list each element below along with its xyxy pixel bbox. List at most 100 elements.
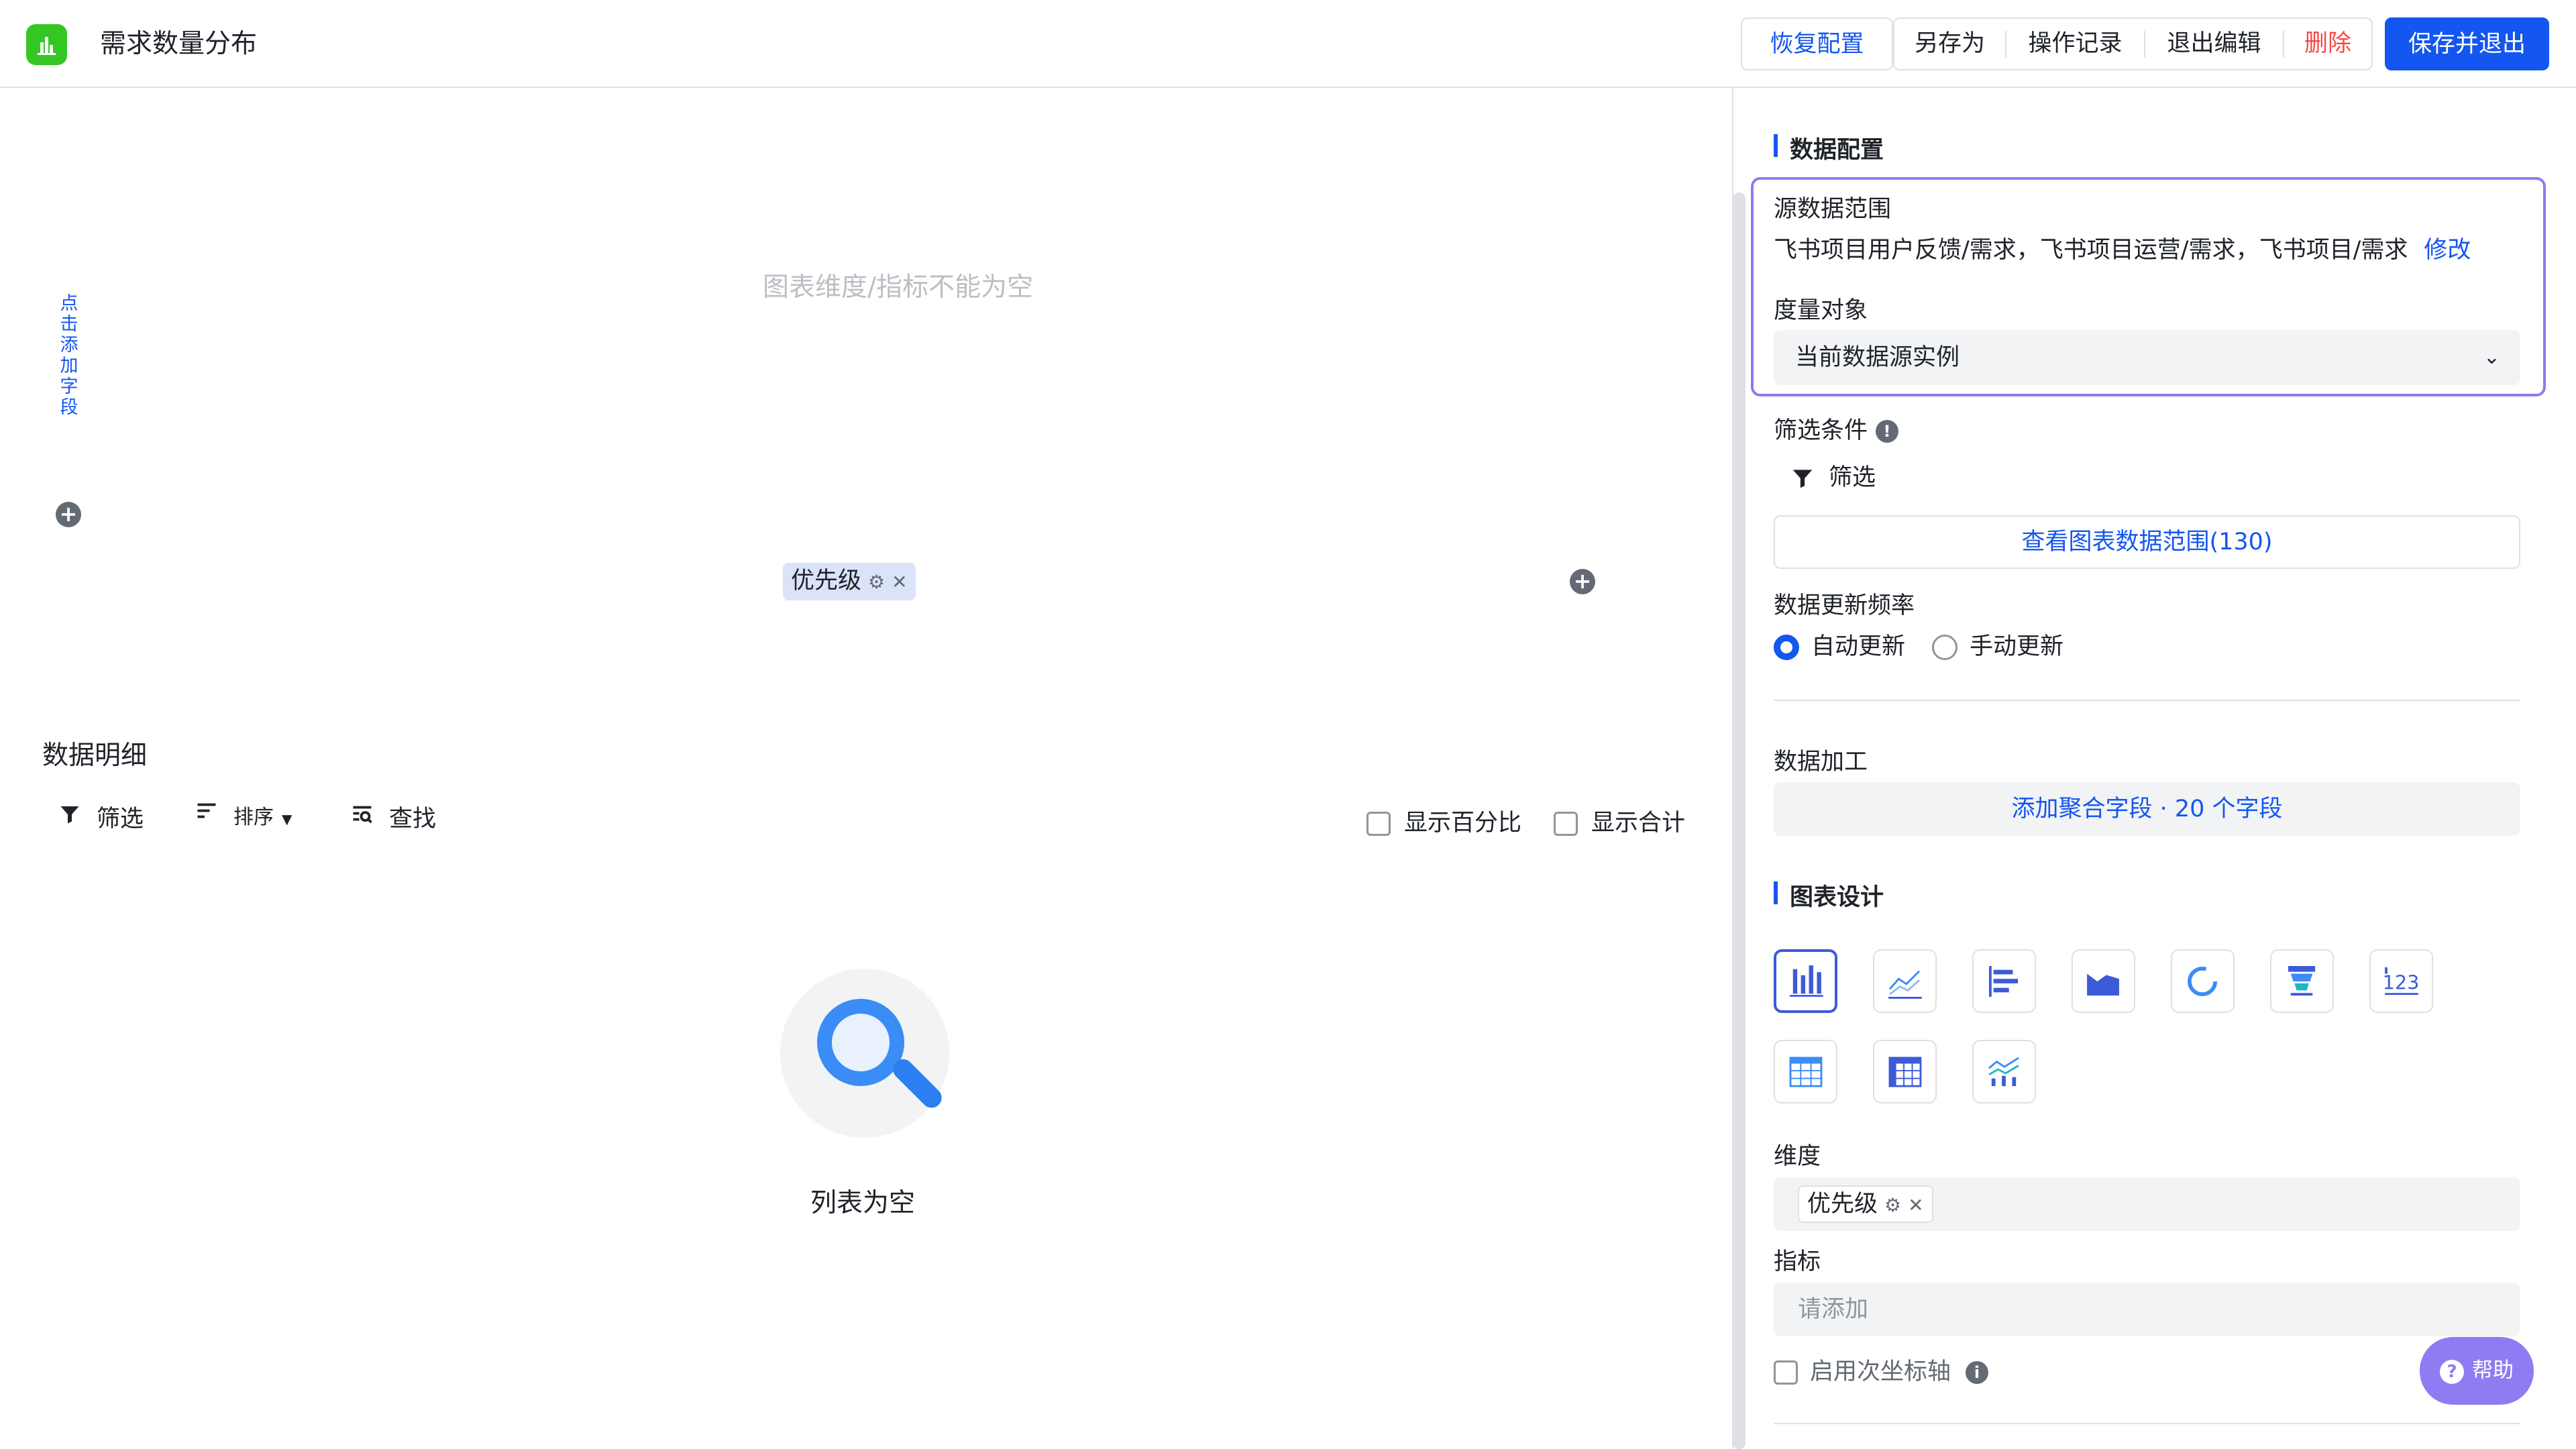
measure-label: 度量对象	[1774, 297, 1868, 324]
horizontal-bar-chart-type-icon	[1988, 965, 2019, 997]
chevron-down-icon: ⌄	[2483, 345, 2500, 369]
gear-icon[interactable]: ⚙	[868, 571, 885, 593]
help-button[interactable]: ? 帮助	[2420, 1337, 2534, 1405]
save-as-button[interactable]: 另存为	[1894, 19, 2005, 69]
source-edit-link[interactable]: 修改	[2424, 237, 2471, 264]
table-chart-type-icon	[1789, 1057, 1823, 1087]
filter-icon	[60, 806, 79, 824]
restore-config-button[interactable]: 恢复配置	[1741, 17, 1893, 70]
question-icon: ?	[2440, 1359, 2464, 1384]
filter-condition-label: 筛选条件	[1774, 417, 1868, 444]
metric-label: 指标	[1774, 1248, 1821, 1275]
chart-type-table[interactable]	[1774, 1040, 1837, 1104]
sort-tool[interactable]: 排序 ▼	[195, 800, 292, 830]
combo-chart-type-icon	[1988, 1057, 2019, 1087]
section-divider	[1774, 700, 2520, 701]
filter-icon	[1792, 470, 1813, 488]
find-tool[interactable]: 查找	[350, 800, 436, 834]
chart-type-horizontal-bar[interactable]	[1972, 949, 2036, 1013]
auto-update-radio[interactable]	[1774, 635, 1799, 660]
action-button-group: 另存为 操作记录 退出编辑 删除	[1893, 17, 2373, 70]
secondary-axis-toggle[interactable]: 启用次坐标轴 i	[1774, 1352, 1989, 1387]
chip-label: 优先级	[791, 568, 862, 594]
info-icon[interactable]: !	[1876, 420, 1899, 443]
data-details-title: 数据明细	[42, 741, 148, 771]
gear-icon[interactable]: ⚙	[1884, 1194, 1901, 1216]
line-chart-type-icon	[1888, 970, 1922, 999]
manual-update-label: 手动更新	[1970, 633, 2064, 660]
add-y-field-icon[interactable]: +	[56, 502, 81, 527]
data-processing-label: 数据加工	[1774, 749, 1868, 775]
close-icon[interactable]: ✕	[1908, 1194, 1923, 1216]
list-empty-text: 列表为空	[810, 1188, 916, 1218]
donut-chart-type-icon	[2187, 966, 2218, 997]
top-bar: 需求数量分布 恢复配置 另存为 操作记录 退出编辑 删除 保存并退出	[0, 0, 2576, 88]
manual-update-option[interactable]: 手动更新	[1932, 627, 2063, 661]
dimension-field[interactable]: 优先级 ⚙ ✕	[1774, 1177, 2520, 1231]
chart-type-number[interactable]: 123	[2369, 949, 2433, 1013]
manual-update-radio[interactable]	[1932, 635, 1957, 660]
panel-filter-button[interactable]: 筛选	[1790, 458, 1876, 492]
find-tool-label: 查找	[389, 806, 437, 833]
close-icon[interactable]: ✕	[892, 571, 907, 593]
find-icon	[353, 806, 372, 824]
show-total-label: 显示合计	[1591, 810, 1686, 837]
x-axis-dimension-chip[interactable]: 优先级 ⚙ ✕	[783, 563, 916, 600]
auto-update-option[interactable]: 自动更新	[1774, 627, 1905, 661]
help-label: 帮助	[2472, 1358, 2514, 1383]
metric-field[interactable]: 请添加	[1774, 1283, 2520, 1336]
show-percent-checkbox[interactable]	[1366, 812, 1391, 836]
view-data-range-button[interactable]: 查看图表数据范围(130)	[1774, 515, 2520, 569]
caret-down-icon: ▼	[282, 811, 292, 827]
save-and-exit-button[interactable]: 保存并退出	[2385, 17, 2549, 70]
dimension-chip[interactable]: 优先级 ⚙ ✕	[1798, 1185, 1933, 1223]
chart-type-combo[interactable]	[1972, 1040, 2036, 1104]
metric-placeholder: 请添加	[1798, 1296, 1869, 1323]
source-range-label: 源数据范围	[1774, 196, 1892, 223]
source-range-value: 飞书项目用户反馈/需求，飞书项目运营/需求，飞书项目/需求	[1774, 237, 2408, 264]
config-panel: 数据配置 源数据范围 飞书项目用户反馈/需求，飞书项目运营/需求，飞书项目/需求…	[1747, 88, 2576, 1449]
page-title: 需求数量分布	[100, 29, 258, 59]
chart-design-title: 图表设计	[1774, 878, 1884, 912]
chart-type-area[interactable]	[2072, 949, 2135, 1013]
chart-type-donut[interactable]	[2171, 949, 2235, 1013]
exit-edit-button[interactable]: 退出编辑	[2145, 19, 2283, 69]
add-x-field-icon[interactable]: +	[1570, 569, 1595, 594]
show-percent-toggle[interactable]: 显示百分比	[1366, 804, 1521, 838]
add-aggregate-field-button[interactable]: 添加聚合字段 · 20 个字段	[1774, 782, 2520, 836]
secondary-axis-label: 启用次坐标轴	[1810, 1358, 1951, 1385]
filter-tool[interactable]: 筛选	[58, 800, 144, 834]
history-button[interactable]: 操作记录	[2006, 19, 2144, 69]
sort-icon	[197, 803, 216, 818]
dimension-chip-label: 优先级	[1807, 1191, 1878, 1218]
dimension-label: 维度	[1774, 1143, 1821, 1170]
bar-chart-icon	[26, 24, 67, 65]
show-total-checkbox[interactable]	[1554, 812, 1578, 836]
update-frequency-label: 数据更新频率	[1774, 592, 1915, 619]
number-chart-type-icon: 123	[2383, 967, 2420, 996]
funnel-chart-type-icon	[2288, 965, 2316, 996]
bar-chart-type-icon	[1790, 965, 1823, 997]
chart-type-line[interactable]	[1873, 949, 1937, 1013]
area-chart-type-icon	[2087, 973, 2119, 996]
y-axis-add-field[interactable]: 点击添加字段	[59, 293, 79, 418]
delete-button[interactable]: 删除	[2284, 19, 2371, 69]
measure-select[interactable]: 当前数据源实例 ⌄	[1774, 330, 2520, 385]
chart-empty-hint: 图表维度/指标不能为空	[763, 272, 1034, 303]
show-total-toggle[interactable]: 显示合计	[1554, 804, 1685, 838]
show-percent-label: 显示百分比	[1404, 810, 1522, 837]
panel-filter-label: 筛选	[1829, 464, 1876, 491]
svg-text:123: 123	[2383, 971, 2420, 994]
chart-type-funnel[interactable]	[2270, 949, 2334, 1013]
chart-type-bar[interactable]	[1774, 949, 1837, 1013]
data-config-title: 数据配置	[1774, 131, 1884, 165]
section-divider	[1774, 1423, 2520, 1424]
chart-type-pivot-table[interactable]	[1873, 1040, 1937, 1104]
filter-tool-label: 筛选	[97, 806, 144, 833]
vertical-scrollbar[interactable]	[1733, 193, 1746, 1449]
empty-search-icon	[780, 969, 949, 1138]
auto-update-label: 自动更新	[1811, 633, 1906, 660]
source-range-value-row: 飞书项目用户反馈/需求，飞书项目运营/需求，飞书项目/需求 修改	[1774, 231, 2471, 265]
secondary-axis-checkbox[interactable]	[1774, 1360, 1798, 1385]
info-icon[interactable]: i	[1966, 1361, 1989, 1384]
